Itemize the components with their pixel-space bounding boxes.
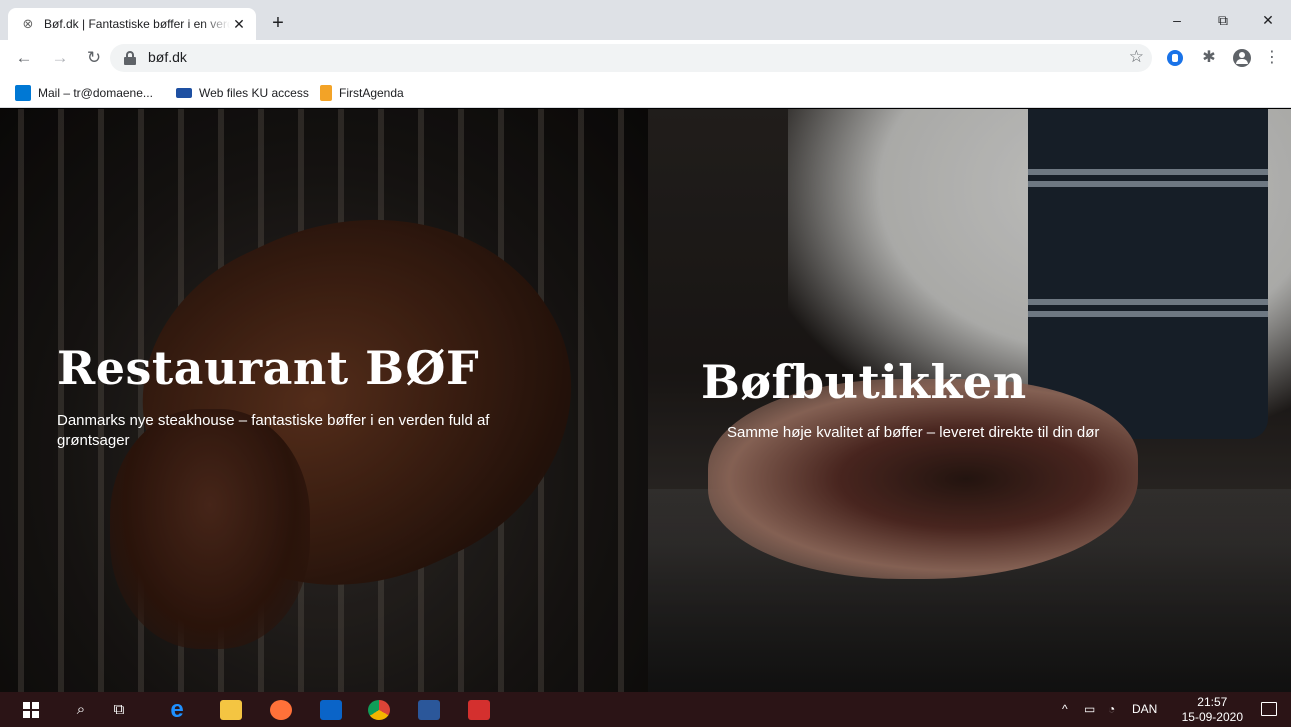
bookmark-firstagenda[interactable]: FirstAgenda xyxy=(320,84,404,102)
tab-title: Bøf.dk | Fantastiske bøffer i en verden … xyxy=(44,17,230,31)
firefox-icon[interactable] xyxy=(268,692,294,727)
browser-tab[interactable]: ⊗ Bøf.dk | Fantastiske bøffer i en verde… xyxy=(8,8,256,40)
outlook-taskbar-icon[interactable] xyxy=(318,692,344,727)
notification-center-icon[interactable] xyxy=(1261,702,1277,716)
maximize-button[interactable]: ⧉ xyxy=(1200,0,1246,40)
clock-date: 15-09-2020 xyxy=(1181,710,1243,724)
bookmark-mail[interactable]: Mail – tr@domaene... xyxy=(15,84,153,102)
wifi-icon[interactable]: ◔ xyxy=(1108,692,1115,727)
browser-toolbar: ← → ↻ bøf.dk ☆ ✱ ⋮ xyxy=(0,40,1291,76)
steak-favicon-icon: ⊗ xyxy=(22,16,34,31)
restaurant-title[interactable]: Restaurant BØF xyxy=(57,341,479,395)
ku-icon xyxy=(176,88,192,98)
word-icon[interactable] xyxy=(416,692,442,727)
bookmark-label: Mail – tr@domaene... xyxy=(38,86,153,100)
battery-icon[interactable]: ▭ xyxy=(1084,692,1095,727)
shop-subtitle: Samme høje kvalitet af bøffer – leveret … xyxy=(727,424,1100,441)
search-icon[interactable]: ⌕ xyxy=(70,692,92,727)
task-view-icon[interactable]: ⧉ xyxy=(108,692,130,727)
tray-chevron-icon[interactable]: ^ xyxy=(1062,692,1068,727)
back-arrow-icon[interactable]: ← xyxy=(12,46,36,70)
bookmark-web-files[interactable]: Web files KU access xyxy=(176,84,309,102)
outlook-icon xyxy=(15,85,31,101)
bookmarks-bar: Mail – tr@domaene... Web files KU access… xyxy=(0,76,1291,108)
restaurant-subtitle: Danmarks nye steakhouse – fantastiske bø… xyxy=(57,412,490,449)
lock-icon[interactable] xyxy=(124,50,136,66)
address-bar[interactable]: bøf.dk ☆ xyxy=(110,44,1152,72)
clock-time: 21:57 xyxy=(1197,695,1228,709)
chrome-icon[interactable] xyxy=(366,692,392,727)
firstagenda-icon xyxy=(320,85,332,101)
file-explorer-icon[interactable] xyxy=(218,692,244,727)
acrobat-icon[interactable] xyxy=(466,692,492,727)
windows-start-icon[interactable] xyxy=(20,692,42,727)
windows-taskbar: ⌕ ⧉ e ^ ▭ ◔ DAN 21:57 15-09-2020 xyxy=(0,692,1291,727)
url-text[interactable]: bøf.dk xyxy=(148,49,187,65)
shop-title[interactable]: Bøfbutikken xyxy=(701,355,1027,409)
reload-icon[interactable]: ↻ xyxy=(82,46,106,70)
image-overlay xyxy=(0,109,648,692)
minimize-button[interactable]: – xyxy=(1154,0,1200,40)
bookmark-label: Web files KU access xyxy=(199,86,309,100)
close-window-button[interactable]: ✕ xyxy=(1245,0,1291,40)
new-tab-button[interactable]: + xyxy=(266,12,290,36)
tab-strip: ⊗ Bøf.dk | Fantastiske bøffer i en verde… xyxy=(0,0,1291,40)
language-indicator[interactable]: DAN xyxy=(1132,692,1157,727)
restaurant-panel[interactable]: Restaurant BØF Danmarks nye steakhouse –… xyxy=(0,109,648,692)
bookmark-star-icon[interactable]: ☆ xyxy=(1129,47,1144,67)
hero-section: Restaurant BØF Danmarks nye steakhouse –… xyxy=(0,109,1291,692)
extension-shield-icon[interactable] xyxy=(1163,46,1187,70)
profile-avatar-icon[interactable] xyxy=(1230,46,1254,70)
menu-kebab-icon[interactable]: ⋮ xyxy=(1260,46,1284,70)
system-clock[interactable]: 21:57 15-09-2020 xyxy=(1182,695,1243,725)
bookmark-label: FirstAgenda xyxy=(339,86,404,100)
internet-explorer-icon[interactable]: e xyxy=(164,692,190,727)
shop-panel[interactable]: Bøfbutikken Samme høje kvalitet af bøffe… xyxy=(648,109,1291,692)
puzzle-extensions-icon[interactable]: ✱ xyxy=(1197,46,1221,70)
forward-arrow-icon[interactable]: → xyxy=(48,46,72,70)
tab-close-icon[interactable]: ✕ xyxy=(230,15,248,33)
